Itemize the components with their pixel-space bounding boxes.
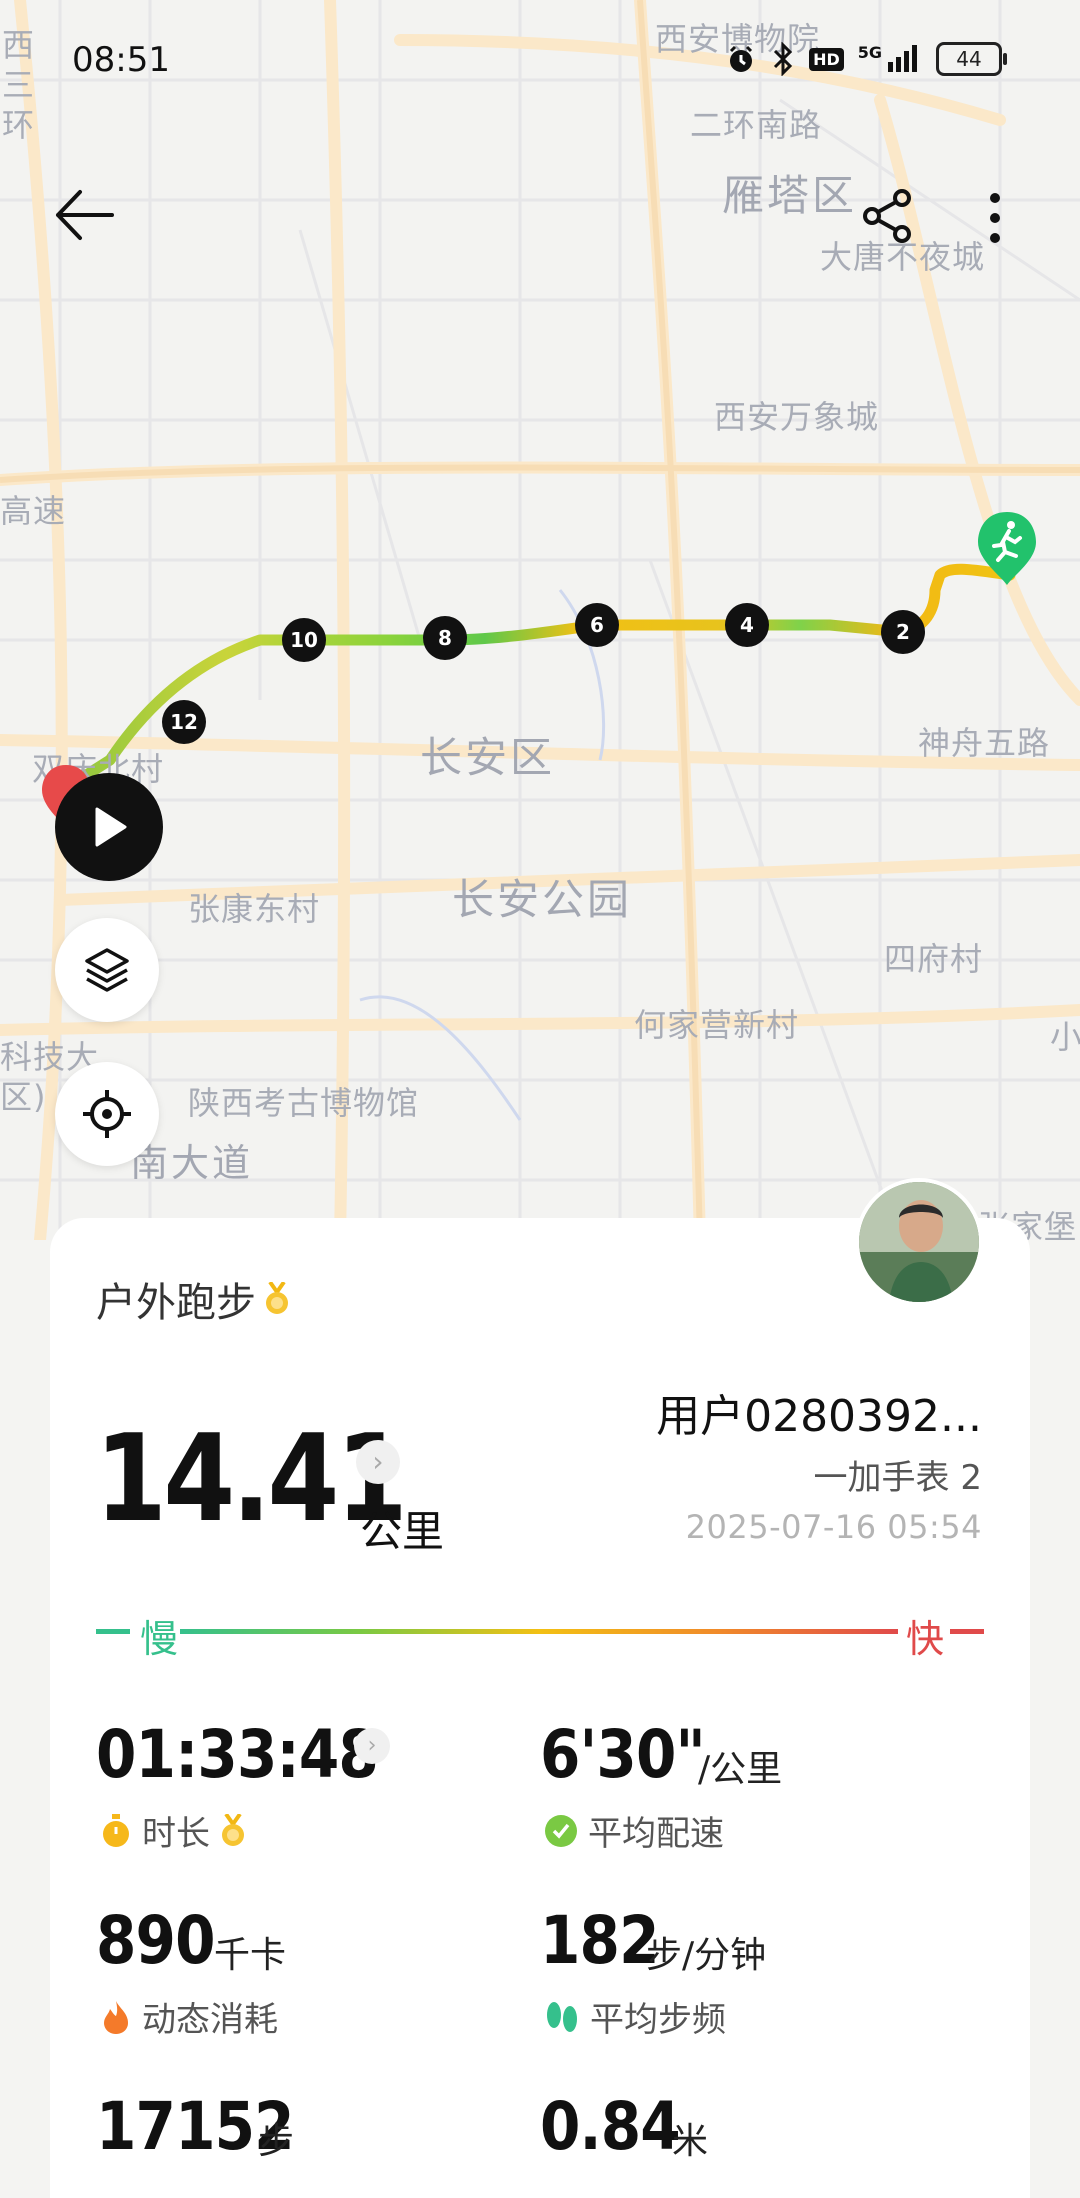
hd-icon: HD [809,47,844,71]
pace-legend-line-left [96,1629,130,1634]
stride-value: 0.84 [540,2088,681,2165]
start-pin-icon [978,512,1036,585]
cadence-unit: 步/分钟 [646,1935,767,1976]
network-type: 5G [857,42,882,62]
km-marker-label: 2 [896,620,910,644]
pace-unit: /公里 [698,1749,783,1790]
battery-indicator: 44 [936,42,1007,76]
back-arrow-icon[interactable] [50,180,120,250]
cadence-value: 182 [540,1902,659,1979]
km-marker-label: 8 [438,626,452,650]
user-name[interactable]: 用户0280392... [656,1380,982,1444]
pace-label: 平均配速 [588,1814,724,1854]
distance-value: 14.41 [95,1410,408,1549]
more-menu-icon[interactable] [985,190,1005,246]
user-photo [859,1182,979,1302]
calories-label: 动态消耗 [142,2000,278,2040]
pace-legend-fast: 快 [906,1617,945,1661]
alarm-icon [730,45,753,72]
play-button[interactable] [55,773,163,881]
activity-type-label: 户外跑步 [96,1280,256,1326]
cadence-label-row: 平均步频 [544,1992,726,2041]
steps-unit: 步 [258,2121,295,2162]
activity-summary-card [50,1218,1030,2198]
crosshair-icon [83,1090,131,1138]
route-map[interactable]: 西安博物院 二环南路 雁塔区 大唐不夜城 西安万象城 高速 长安区 神舟五路 双… [0,0,1080,1240]
duration-label-row: 时长 [100,1806,246,1855]
activity-type: 户外跑步 [96,1270,290,1328]
pace-value: 6'30" [540,1716,706,1793]
map-layers-button[interactable] [55,918,159,1022]
km-marker-label: 4 [740,613,754,637]
calories-unit: 千卡 [214,1935,287,1976]
signal-icon [888,45,917,72]
calories-label-row: 动态消耗 [100,1992,278,2041]
km-marker-label: 10 [290,628,318,652]
flame-icon [104,2000,128,2034]
km-markers: 2 4 6 8 10 12 [42,512,1036,828]
bluetooth-icon [774,42,793,76]
duration-detail-chevron-icon[interactable]: › [354,1728,390,1764]
cadence-label: 平均步频 [590,2000,726,2040]
medal-icon [222,1813,244,1846]
pace-legend-slow: 慢 [140,1617,179,1661]
footprints-icon [547,2001,577,2032]
play-icon [95,807,127,847]
calories-value: 890 [96,1902,215,1979]
stopwatch-icon [103,1813,129,1847]
pace-legend-line-right [950,1629,984,1634]
layers-icon [85,948,129,992]
device-name: 一加手表 2 [813,1458,982,1498]
km-marker-label: 6 [590,613,604,637]
activity-datetime: 2025-07-16 05:54 [685,1508,982,1546]
share-icon[interactable] [860,188,916,244]
stride-unit: 米 [672,2121,709,2162]
avatar[interactable] [855,1178,983,1306]
medal-icon [266,1282,288,1314]
distance-detail-chevron-icon[interactable]: › [356,1440,400,1484]
pace-label-row: 平均配速 [544,1806,724,1855]
status-bar: 08:51 HD 5G 44 [0,0,1080,120]
km-marker-label: 12 [170,710,198,734]
duration-label: 时长 [142,1814,210,1854]
check-circle-icon [545,1814,577,1847]
duration-value: 01:33:48 [96,1716,379,1793]
pace-gradient-bar [180,1629,898,1634]
locate-button[interactable] [55,1062,159,1166]
status-time: 08:51 [72,40,170,80]
distance-unit: 公里 [360,1507,445,1556]
